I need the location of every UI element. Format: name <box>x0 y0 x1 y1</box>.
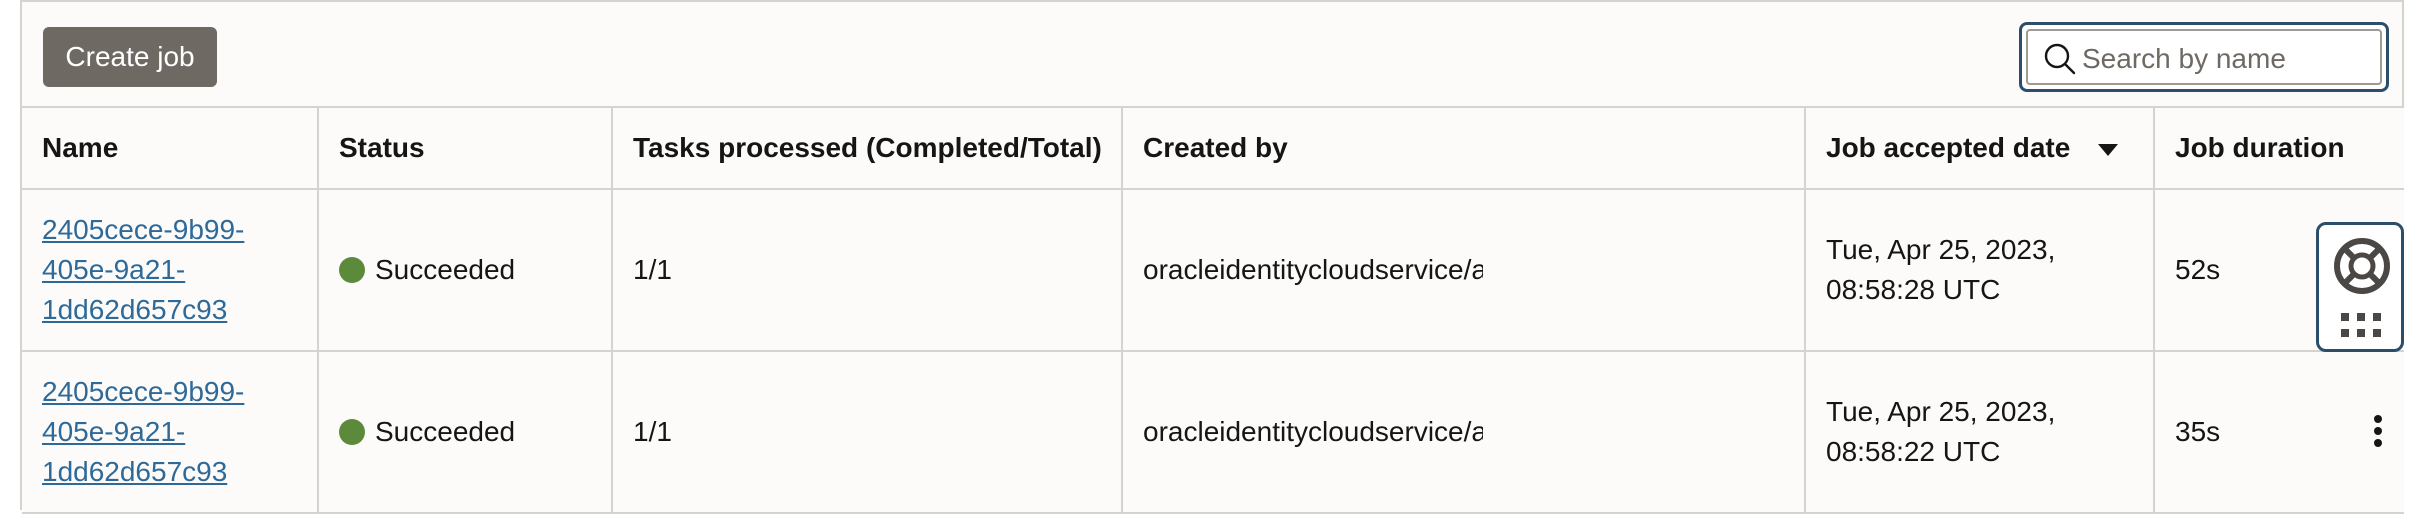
search-field-frame <box>2026 29 2382 85</box>
accepted-date-line2: 08:58:22 UTC <box>1826 436 2001 467</box>
cell-tasks: 1/1 <box>612 189 1123 352</box>
accepted-date-line1: Tue, Apr 25, 2023, <box>1826 234 2056 265</box>
help-widget[interactable] <box>2316 222 2404 352</box>
status-label: Succeeded <box>375 416 516 447</box>
status-badge: Succeeded <box>339 412 591 452</box>
column-header-status[interactable]: Status <box>318 107 613 190</box>
search-box[interactable] <box>2019 22 2389 92</box>
job-link[interactable]: 2405cece-9b99-405e-9a21-1dd62d657c93 <box>42 372 272 492</box>
cell-accepted-date: Tue, Apr 25, 2023, 08:58:28 UTC <box>1805 189 2155 352</box>
create-job-button[interactable]: Create job <box>43 27 217 87</box>
status-success-icon <box>339 257 365 283</box>
row-actions-kebab-icon[interactable] <box>2372 412 2384 452</box>
accepted-date-line2: 08:58:28 UTC <box>1826 274 2001 305</box>
cell-status: Succeeded <box>318 189 613 352</box>
created-by-text: oracleidentitycloudservice/a <box>1143 416 1483 447</box>
cell-name: 2405cece-9b99-405e-9a21-1dd62d657c93 <box>22 351 319 514</box>
column-header-accepted-date-label: Job accepted date <box>1826 132 2071 163</box>
jobs-panel: Create job Name Status Tasks processed (… <box>20 0 2404 514</box>
column-header-tasks[interactable]: Tasks processed (Completed/Total) <box>612 107 1123 190</box>
status-badge: Succeeded <box>339 250 591 290</box>
sort-descending-icon[interactable] <box>2098 143 2119 156</box>
column-header-created-by[interactable]: Created by <box>1122 107 1806 190</box>
created-by-text: oracleidentitycloudservice/a <box>1143 254 1483 285</box>
lifebuoy-icon <box>2334 238 2390 294</box>
cell-created-by: oracleidentitycloudservice/a <box>1122 189 1806 352</box>
table-row: 2405cece-9b99-405e-9a21-1dd62d657c93 Suc… <box>22 189 2404 352</box>
table-row: 2405cece-9b99-405e-9a21-1dd62d657c93 Suc… <box>22 351 2404 514</box>
cell-accepted-date: Tue, Apr 25, 2023, 08:58:22 UTC <box>1805 351 2155 514</box>
grid-icon <box>2341 313 2381 337</box>
table-header-row: Name Status Tasks processed (Completed/T… <box>22 107 2404 190</box>
cell-created-by: oracleidentitycloudservice/a <box>1122 351 1806 514</box>
column-header-accepted-date[interactable]: Job accepted date <box>1805 107 2155 190</box>
cell-name: 2405cece-9b99-405e-9a21-1dd62d657c93 <box>22 189 319 352</box>
cell-duration: 35s <box>2154 351 2404 514</box>
toolbar: Create job <box>22 2 2402 106</box>
jobs-table: Name Status Tasks processed (Completed/T… <box>22 106 2404 514</box>
search-input[interactable] <box>2082 37 2372 81</box>
cell-tasks: 1/1 <box>612 351 1123 514</box>
status-label: Succeeded <box>375 254 516 285</box>
search-icon <box>2044 43 2076 75</box>
accepted-date-line1: Tue, Apr 25, 2023, <box>1826 396 2056 427</box>
cell-status: Succeeded <box>318 351 613 514</box>
column-header-duration[interactable]: Job duration <box>2154 107 2404 190</box>
job-link[interactable]: 2405cece-9b99-405e-9a21-1dd62d657c93 <box>42 210 272 330</box>
status-success-icon <box>339 419 365 445</box>
column-header-name[interactable]: Name <box>22 107 319 190</box>
duration-text: 35s <box>2175 416 2221 447</box>
